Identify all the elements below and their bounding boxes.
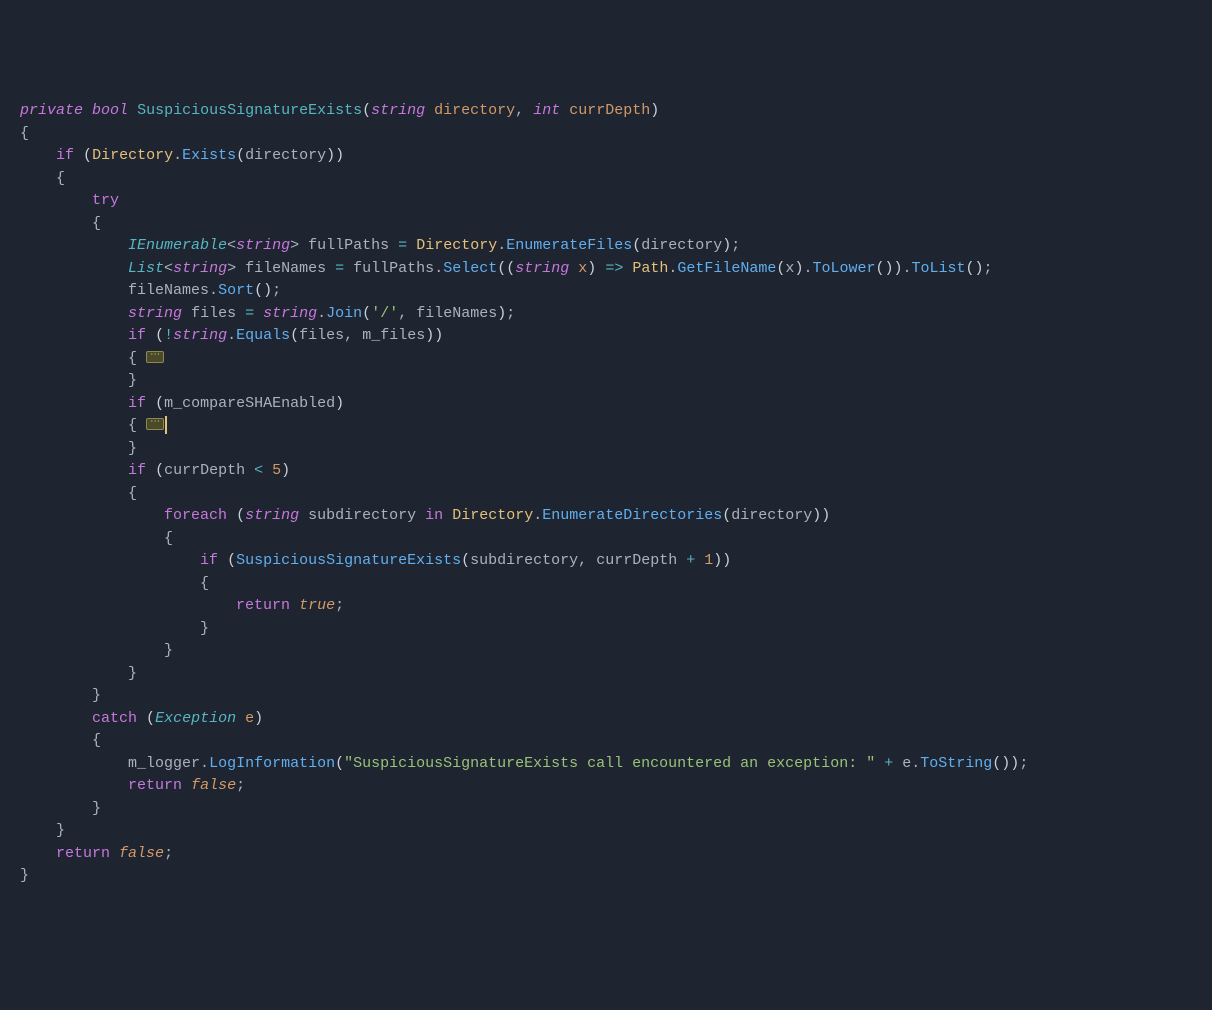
code-line: { bbox=[20, 573, 1192, 596]
code-line: if (SuspiciousSignatureExists(subdirecto… bbox=[20, 550, 1192, 573]
code-line: { bbox=[20, 348, 1192, 371]
code-line: return false; bbox=[20, 843, 1192, 866]
code-line: foreach (string subdirectory in Director… bbox=[20, 505, 1192, 528]
code-line: } bbox=[20, 640, 1192, 663]
code-line: } bbox=[20, 370, 1192, 393]
code-line: fileNames.Sort(); bbox=[20, 280, 1192, 303]
code-line: { bbox=[20, 528, 1192, 551]
code-editor[interactable]: private bool SuspiciousSignatureExists(s… bbox=[20, 100, 1192, 888]
code-line: IEnumerable<string> fullPaths = Director… bbox=[20, 235, 1192, 258]
code-line: } bbox=[20, 438, 1192, 461]
code-line: } bbox=[20, 865, 1192, 888]
code-line: { bbox=[20, 213, 1192, 236]
code-line: if (!string.Equals(files, m_files)) bbox=[20, 325, 1192, 348]
text-cursor bbox=[165, 416, 167, 434]
code-line: } bbox=[20, 798, 1192, 821]
code-line: { bbox=[20, 483, 1192, 506]
code-line: } bbox=[20, 618, 1192, 641]
code-line: catch (Exception e) bbox=[20, 708, 1192, 731]
code-line: if (currDepth < 5) bbox=[20, 460, 1192, 483]
code-line: { bbox=[20, 730, 1192, 753]
code-line: } bbox=[20, 685, 1192, 708]
code-line: m_logger.LogInformation("SuspiciousSigna… bbox=[20, 753, 1192, 776]
code-line: return false; bbox=[20, 775, 1192, 798]
fold-marker-icon[interactable] bbox=[146, 351, 164, 363]
code-line: { bbox=[20, 415, 1192, 438]
code-line: List<string> fileNames = fullPaths.Selec… bbox=[20, 258, 1192, 281]
fold-marker-icon[interactable] bbox=[146, 418, 164, 430]
code-line: { bbox=[20, 123, 1192, 146]
code-line: if (m_compareSHAEnabled) bbox=[20, 393, 1192, 416]
code-line: try bbox=[20, 190, 1192, 213]
code-line: return true; bbox=[20, 595, 1192, 618]
code-line: string files = string.Join('/', fileName… bbox=[20, 303, 1192, 326]
code-line: { bbox=[20, 168, 1192, 191]
code-line: if (Directory.Exists(directory)) bbox=[20, 145, 1192, 168]
code-line: } bbox=[20, 820, 1192, 843]
code-line: } bbox=[20, 663, 1192, 686]
code-line: private bool SuspiciousSignatureExists(s… bbox=[20, 100, 1192, 123]
